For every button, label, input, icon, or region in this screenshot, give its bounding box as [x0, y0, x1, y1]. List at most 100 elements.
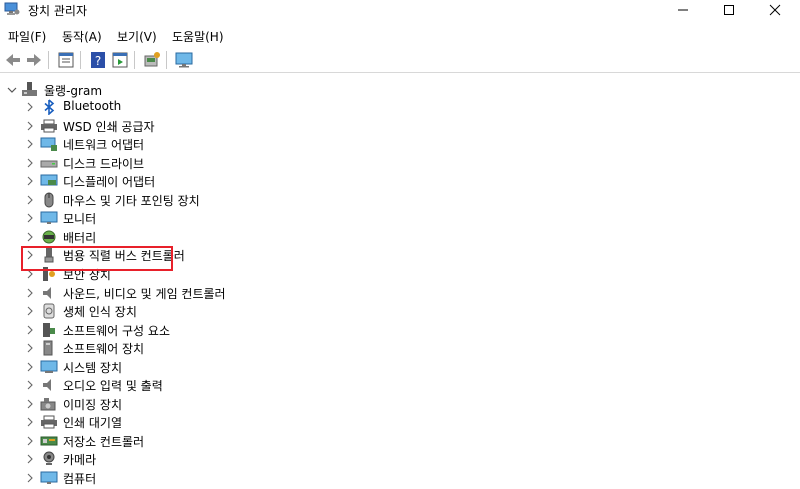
chevron-right-icon[interactable]: [25, 399, 35, 409]
tree-node[interactable]: 이미징 장치: [22, 395, 422, 413]
device-manager-icon: [4, 2, 20, 16]
tree-root[interactable]: 울랭-gram: [0, 81, 300, 99]
chevron-right-icon[interactable]: [25, 139, 35, 149]
tree-node-label: 컴퓨터: [63, 472, 97, 486]
back-button[interactable]: [3, 50, 23, 70]
chevron-right-icon[interactable]: [25, 213, 35, 223]
tree-node-label: 디스플레이 어댑터: [63, 175, 156, 190]
chevron-right-icon[interactable]: [25, 306, 35, 316]
tree-node-label: 소프트웨어 구성 요소: [63, 323, 170, 338]
minimize-icon: [678, 9, 688, 11]
tree-node-label: 네트워크 어댑터: [63, 138, 145, 153]
tree-node[interactable]: 모니터: [22, 209, 422, 227]
monitor-icon: [40, 210, 58, 226]
toolbar-separator: [134, 51, 135, 69]
chevron-right-icon[interactable]: [25, 195, 35, 205]
disk-drive-icon: [40, 155, 58, 171]
menu-help[interactable]: 도움말(H): [172, 28, 224, 45]
toolbar-separator: [166, 51, 167, 69]
tree-node[interactable]: WSD 인쇄 공급자: [22, 117, 422, 135]
tree-node[interactable]: 오디오 입력 및 출력: [22, 376, 422, 394]
scan-hardware-button[interactable]: [142, 50, 162, 70]
toolbar: ?: [0, 48, 800, 73]
toolbar-separator: [80, 51, 81, 69]
software-device-icon: [40, 340, 58, 356]
help-icon: ?: [91, 52, 105, 68]
tree-node-label: 소프트웨어 장치: [63, 342, 145, 357]
tree-node-label: 이미징 장치: [63, 397, 123, 412]
chevron-right-icon[interactable]: [25, 325, 35, 335]
chevron-down-icon[interactable]: [7, 85, 17, 95]
tree-node[interactable]: 인쇄 대기열: [22, 413, 422, 431]
monitor-button[interactable]: [174, 50, 194, 70]
print-queue-icon: [40, 414, 58, 430]
forward-button[interactable]: [24, 50, 44, 70]
action-view-icon: [112, 52, 128, 68]
tree-node[interactable]: 컴퓨터: [22, 469, 422, 487]
tree-node[interactable]: 디스플레이 어댑터: [22, 172, 422, 190]
tree-node[interactable]: 카메라: [22, 450, 422, 468]
chevron-right-icon[interactable]: [25, 288, 35, 298]
forward-arrow-icon: [27, 54, 41, 66]
software-component-icon: [40, 322, 58, 338]
maximize-button[interactable]: [706, 0, 752, 20]
system-device-icon: [40, 359, 58, 375]
tree-node[interactable]: 시스템 장치: [22, 358, 422, 376]
highlight-box: [21, 246, 173, 271]
tree-node[interactable]: 디스크 드라이브: [22, 154, 422, 172]
storage-controller-icon: [40, 433, 58, 449]
menu-action[interactable]: 동작(A): [62, 28, 102, 45]
tree-node[interactable]: 사운드, 비디오 및 게임 컨트롤러: [22, 284, 422, 302]
tree-node-label: Bluetooth: [63, 99, 122, 113]
tree-node[interactable]: Bluetooth: [22, 98, 422, 116]
chevron-right-icon[interactable]: [25, 473, 35, 483]
bluetooth-icon: [40, 99, 58, 116]
menu-bar: 파일(F) 동작(A) 보기(V) 도움말(H): [0, 24, 800, 46]
tree-node-label: WSD 인쇄 공급자: [63, 119, 155, 134]
tree-node[interactable]: 저장소 컨트롤러: [22, 432, 422, 450]
tree-node-label: 저장소 컨트롤러: [63, 434, 145, 449]
webcam-icon: [40, 451, 58, 467]
close-icon: [769, 4, 781, 16]
biometric-icon: [40, 303, 58, 319]
chevron-right-icon[interactable]: [25, 232, 35, 242]
tree-node-label: 시스템 장치: [63, 360, 123, 375]
help-button[interactable]: ?: [88, 50, 108, 70]
chevron-right-icon[interactable]: [25, 343, 35, 353]
battery-icon: [40, 229, 58, 245]
computer-root-icon: [22, 82, 37, 96]
tree-node-label: 모니터: [63, 212, 97, 227]
camera-imaging-icon: [40, 396, 58, 412]
tree-node[interactable]: 소프트웨어 구성 요소: [22, 321, 422, 339]
sound-icon: [40, 285, 58, 301]
tree-node[interactable]: 마우스 및 기타 포인팅 장치: [22, 191, 422, 209]
minimize-button[interactable]: [660, 0, 706, 20]
title-bar: 장치 관리자: [0, 0, 800, 20]
tree-node[interactable]: 소프트웨어 장치: [22, 339, 422, 357]
properties-button[interactable]: [56, 50, 76, 70]
tree-node[interactable]: 생체 인식 장치: [22, 302, 422, 320]
chevron-right-icon[interactable]: [25, 436, 35, 446]
audio-io-icon: [40, 377, 58, 393]
maximize-icon: [724, 5, 734, 15]
tree-node[interactable]: 네트워크 어댑터: [22, 135, 422, 153]
tree-node[interactable]: 배터리: [22, 228, 422, 246]
chevron-right-icon[interactable]: [25, 102, 35, 112]
close-button[interactable]: [752, 0, 798, 20]
back-arrow-icon: [6, 54, 20, 66]
action-view-button[interactable]: [110, 50, 130, 70]
chevron-right-icon[interactable]: [25, 362, 35, 372]
chevron-right-icon[interactable]: [25, 380, 35, 390]
tree-node-label: 사운드, 비디오 및 게임 컨트롤러: [63, 286, 226, 301]
tree-node-label: 디스크 드라이브: [63, 156, 145, 171]
scan-hardware-icon: [144, 52, 160, 67]
chevron-right-icon[interactable]: [25, 176, 35, 186]
network-adapter-icon: [40, 136, 58, 152]
menu-view[interactable]: 보기(V): [117, 28, 157, 45]
chevron-right-icon[interactable]: [25, 121, 35, 131]
chevron-right-icon[interactable]: [25, 454, 35, 464]
tree-node-label: 인쇄 대기열: [63, 416, 123, 431]
menu-file[interactable]: 파일(F): [8, 28, 46, 45]
chevron-right-icon[interactable]: [25, 417, 35, 427]
chevron-right-icon[interactable]: [25, 158, 35, 168]
